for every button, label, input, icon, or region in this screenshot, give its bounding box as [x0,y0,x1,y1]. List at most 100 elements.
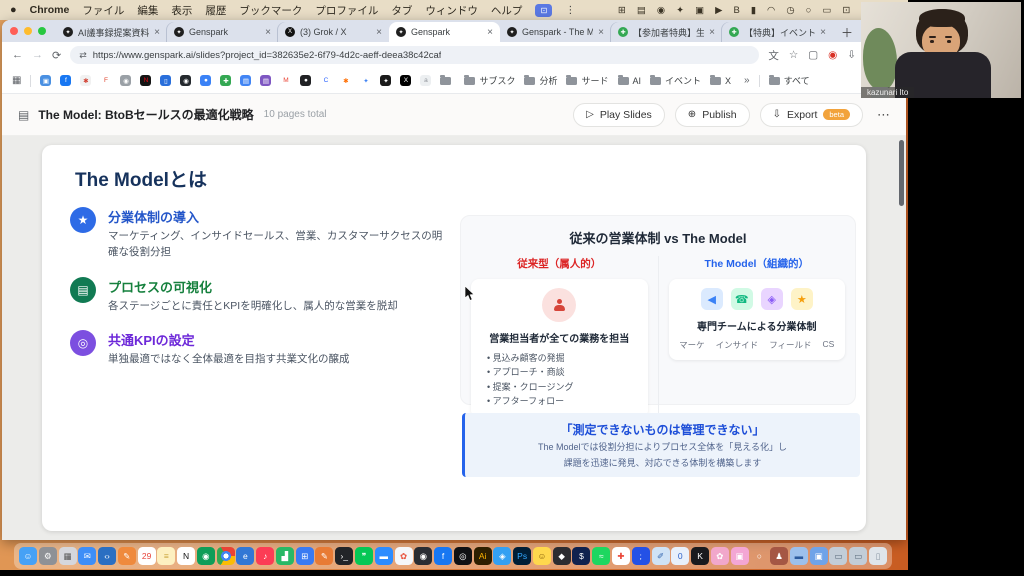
fav-blue-dot[interactable]: ● [200,75,211,86]
dock-onepassword[interactable]: 0 [671,547,689,565]
menubar-item[interactable]: 表示 [171,3,192,18]
fav-c-blue[interactable]: C [320,75,331,86]
browser-tab[interactable]: X (3) Grok / X × [278,22,389,42]
site-settings-icon[interactable]: ⇄ [79,50,87,61]
close-window-icon[interactable] [10,27,18,35]
menubar-item[interactable]: タブ [391,3,412,18]
dock-ring[interactable]: ○ [750,547,768,565]
dock-display1[interactable]: ▭ [829,547,847,565]
dock-vscode[interactable]: ‹› [98,547,116,565]
dock-line[interactable]: ❞ [355,547,373,565]
browser-tab[interactable]: ✚ 【特典】イベント × [722,22,833,42]
bookmark-folder[interactable]: サード [566,74,608,87]
fav-x[interactable]: X [400,75,411,86]
dock-spotify[interactable]: ≈ [592,547,610,565]
fav-trello[interactable]: ▯ [160,75,171,86]
clipboard-icon[interactable]: ▤ [637,5,646,16]
fav-f-red[interactable]: F [100,75,111,86]
forward-icon[interactable]: → [32,49,43,61]
dock-keynote-dark[interactable]: K [691,547,709,565]
dock-green-app[interactable]: ◉ [197,547,215,565]
menubar-item[interactable]: ブックマーク [239,3,302,18]
menubar-item[interactable]: プロファイル [315,3,378,18]
dock-person-app[interactable]: ♟ [770,547,788,565]
address-bar[interactable]: ⇄ https://www.genspark.ai/slides?project… [70,46,759,64]
dock-notion[interactable]: N [177,547,195,565]
fav-dark-star[interactable]: ✦ [380,75,391,86]
fav-doc-purple[interactable]: ▤ [260,75,271,86]
all-bookmarks-folder[interactable]: すべて [769,74,810,87]
menubar-item[interactable]: ファイル [82,3,124,18]
dock-display2[interactable]: ▭ [849,547,867,565]
dock-chrome[interactable] [217,547,235,565]
dock-launchpad[interactable]: ▦ [59,547,77,565]
dock-pencil[interactable]: ✎ [118,547,136,565]
minimize-window-icon[interactable] [24,27,32,35]
menubar-item[interactable]: ウィンドウ [425,3,478,18]
fav-asterisk-orange[interactable]: ✱ [340,75,351,86]
dock-camera[interactable]: ◉ [414,547,432,565]
dock-photoshop[interactable]: Ps [513,547,531,565]
dock-facebook[interactable]: f [434,547,452,565]
fav-dark-circle[interactable]: ● [300,75,311,86]
bookmark-folder[interactable] [440,77,455,85]
browser-tab[interactable]: ✚ 【参加者特典】生成 × [611,22,722,42]
menubar-item[interactable]: 編集 [137,3,158,18]
apps-grid-icon[interactable]: ▦ [12,75,21,86]
dock-car-app[interactable]: ▬ [790,547,808,565]
dock-finder[interactable]: ☺ [19,547,37,565]
bookmark-folder[interactable]: 分析 [524,74,557,87]
new-tab-button[interactable]: ＋ [833,22,861,42]
record-status-icon[interactable]: ◉ [657,5,665,16]
notification-icon[interactable]: ✦ [676,5,684,16]
dock-notes[interactable]: ≡ [157,547,175,565]
browser-tab[interactable]: ✦ AI議事録提案資料 × [56,22,167,42]
dock-photos[interactable]: ✿ [395,547,413,565]
menubar-item[interactable]: 履歴 [205,3,226,18]
dock-app-blue[interactable]: ⊞ [296,547,314,565]
export-button[interactable]: ⇩ Export beta [760,103,863,127]
dock-maps[interactable]: ◈ [493,547,511,565]
bookmark-folder[interactable]: AI [618,76,642,86]
play-status-icon[interactable]: ▶ [715,5,722,16]
dock-mail[interactable]: ✉ [78,547,96,565]
dock-music[interactable]: ♪ [256,547,274,565]
dock-calendar[interactable]: 29 [138,547,156,565]
screen-record-ext-icon[interactable]: ◉ [828,49,837,61]
fav-github[interactable]: ◉ [180,75,191,86]
folder-stack-icon[interactable]: ▣ [695,5,704,16]
play-slides-button[interactable]: ▷ Play Slides [573,103,665,127]
bluetooth-icon[interactable]: B [733,5,739,16]
tab-close-icon[interactable]: × [376,27,382,38]
display-icon[interactable]: ⊡ [842,5,850,16]
stage-manager-icon[interactable]: ⊞ [618,5,626,16]
bookmark-folder[interactable]: イベント [650,74,701,87]
bookmarks-overflow-icon[interactable]: » [744,75,750,86]
dock-trash[interactable]: ▯ [869,547,887,565]
apple-logo-icon[interactable]: ● [10,4,17,16]
download-icon[interactable]: ⇩ [847,49,856,61]
keyboard-icon[interactable]: ▭ [822,5,831,16]
screen-share-indicator-icon[interactable]: ⊡ [535,4,552,17]
dock-flower-pink[interactable]: ✿ [711,547,729,565]
fav-netflix[interactable]: N [140,75,151,86]
tab-close-icon[interactable]: × [598,27,604,38]
back-icon[interactable]: ← [12,49,23,61]
tab-group-icon[interactable]: ▢ [808,49,818,61]
dock-settings[interactable]: ⚙ [39,547,57,565]
dock-plus-colorful[interactable]: ✚ [612,547,630,565]
menubar-item[interactable]: Chrome [30,4,70,16]
dock-tool-blue[interactable]: ✐ [652,547,670,565]
tab-close-icon[interactable]: × [709,27,715,38]
fav-globe[interactable]: ◉ [120,75,131,86]
menubar-dots-icon[interactable]: ⋮ [565,5,575,16]
time-machine-icon[interactable]: ◷ [786,5,794,16]
fav-green-plus[interactable]: ✚ [220,75,231,86]
zoom-window-icon[interactable] [38,27,46,35]
dock-pink-app[interactable]: ▣ [731,547,749,565]
wifi-icon[interactable]: ◠ [767,5,775,16]
dock-memoji[interactable]: ☺ [533,547,551,565]
bookmark-star-icon[interactable]: ☆ [789,49,798,61]
battery-icon[interactable]: ▮ [751,5,756,16]
dock-pencil2[interactable]: ✎ [315,547,333,565]
